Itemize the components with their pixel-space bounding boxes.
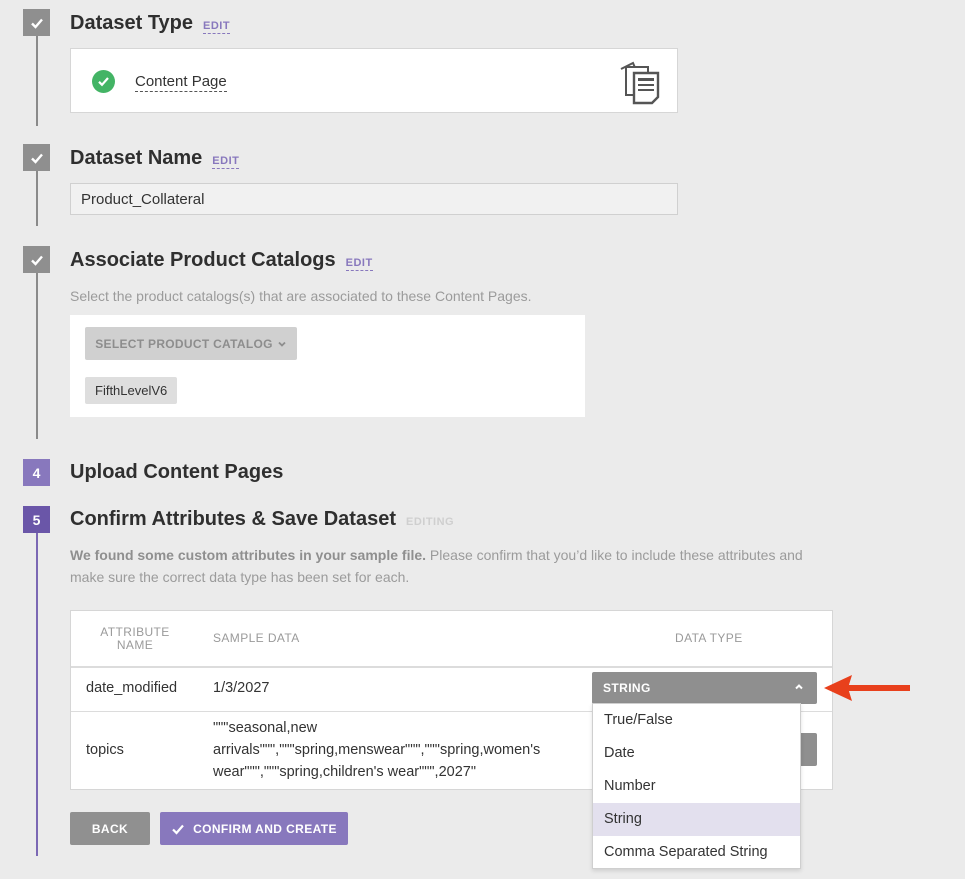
confirm-label: CONFIRM AND CREATE: [193, 821, 337, 836]
option-number[interactable]: Number: [593, 770, 800, 803]
data-type-value: STRING: [603, 681, 651, 695]
step-5-badge: 5: [23, 506, 50, 533]
catalogs-description: Select the product catalogs(s) that are …: [70, 288, 532, 304]
step-2-title: Dataset Name EDIT: [70, 147, 240, 170]
row-1-attribute: date_modified: [86, 680, 178, 696]
dataset-name-heading: Dataset Name: [70, 147, 203, 169]
step-rail-5: [36, 531, 38, 856]
catalog-tag[interactable]: FifthLevelV6: [85, 377, 178, 404]
dataset-type-card: Content Page: [70, 48, 678, 113]
chevron-up-icon: [795, 684, 803, 690]
step-rail-2: [36, 171, 38, 226]
dataset-type-edit-link[interactable]: EDIT: [203, 20, 231, 34]
row-2-attribute: topics: [86, 742, 124, 758]
header-sample-data: SAMPLE DATA: [213, 631, 300, 645]
header-attribute-name: ATTRIBUTE NAME: [100, 625, 170, 652]
confirm-description: We found some custom attributes in your …: [70, 544, 840, 588]
option-string[interactable]: String: [593, 803, 800, 836]
data-type-select-row-1[interactable]: STRING: [592, 672, 817, 704]
back-button[interactable]: BACK: [70, 812, 150, 845]
upload-heading: Upload Content Pages: [70, 461, 284, 483]
checkmark-icon: [30, 255, 43, 266]
catalogs-heading: Associate Product Catalogs: [70, 249, 336, 271]
confirm-and-create-button[interactable]: CONFIRM AND CREATE: [160, 812, 348, 845]
step-2-complete-badge: [23, 144, 50, 171]
option-true-false[interactable]: True/False: [593, 704, 800, 737]
confirm-description-bold: We found some custom attributes in your …: [70, 547, 427, 563]
content-page-doc-icon: [620, 61, 660, 105]
step-1-complete-badge: [23, 9, 50, 36]
catalog-selection-panel: SELECT PRODUCT CATALOG FifthLevelV6: [70, 315, 585, 417]
data-type-dropdown: True/False Date Number String Comma Sepa…: [592, 703, 801, 869]
header-data-type: DATA TYPE: [675, 631, 743, 645]
row-1-sample: 1/3/2027: [213, 680, 270, 696]
checkmark-icon: [172, 824, 184, 835]
header-divider: [71, 666, 832, 668]
checkmark-icon: [30, 153, 43, 164]
step-5-title: Confirm Attributes & Save Dataset EDITIN…: [70, 508, 454, 531]
select-product-catalog-button[interactable]: SELECT PRODUCT CATALOG: [85, 327, 297, 360]
checkmark-icon: [30, 18, 43, 29]
editing-status: EDITING: [406, 516, 455, 528]
step-rail-1: [36, 36, 38, 126]
step-4-title: Upload Content Pages: [70, 461, 283, 484]
success-check-icon: [92, 70, 115, 93]
step-1-title: Dataset Type EDIT: [70, 12, 231, 35]
select-catalog-label: SELECT PRODUCT CATALOG: [95, 336, 273, 351]
step-3-title: Associate Product Catalogs EDIT: [70, 249, 373, 272]
dataset-name-edit-link[interactable]: EDIT: [212, 155, 240, 169]
confirm-heading: Confirm Attributes & Save Dataset: [70, 508, 396, 530]
dataset-type-value: Content Page: [135, 73, 227, 92]
step-3-complete-badge: [23, 246, 50, 273]
catalogs-edit-link[interactable]: EDIT: [345, 257, 373, 271]
step-4-badge: 4: [23, 459, 50, 486]
dataset-type-heading: Dataset Type: [70, 12, 194, 34]
option-comma-separated-string[interactable]: Comma Separated String: [593, 836, 800, 869]
option-date[interactable]: Date: [593, 737, 800, 770]
row-2-sample: """seasonal,new arrivals""","""spring,me…: [213, 720, 541, 780]
annotation-arrow-icon: [824, 675, 910, 701]
chevron-down-icon: [278, 341, 286, 347]
step-rail-3: [36, 273, 38, 439]
dataset-name-field[interactable]: Product_Collateral: [70, 183, 678, 215]
